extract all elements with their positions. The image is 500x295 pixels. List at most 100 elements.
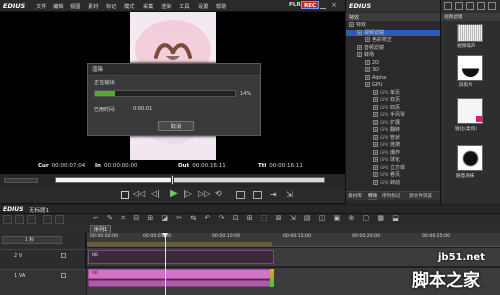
expand-icon[interactable]: +: [373, 89, 378, 95]
track-header-2v[interactable]: 2 V: [0, 249, 86, 268]
expand-icon[interactable]: +: [373, 134, 378, 140]
menu-capture[interactable]: 采集: [143, 3, 153, 10]
plr-button[interactable]: PLR: [289, 2, 301, 8]
preview-thumb-old-film[interactable]: [457, 55, 483, 81]
effects-tree-item[interactable]: + GPU 管状: [346, 134, 400, 142]
expand-icon[interactable]: +: [365, 37, 370, 42]
effects-tree-item[interactable]: + GPU 涟漪: [346, 142, 400, 149]
effects-tree-item[interactable]: + GPU: [346, 82, 383, 89]
expand-icon[interactable]: +: [365, 67, 370, 72]
cancel-button[interactable]: 取消: [158, 121, 194, 131]
expand-icon[interactable]: +: [357, 29, 362, 35]
expand-icon[interactable]: +: [373, 164, 378, 170]
undo-icon[interactable]: [43, 215, 52, 224]
expand-icon[interactable]: +: [373, 119, 378, 125]
expand-icon[interactable]: +: [357, 52, 362, 57]
step-forward-icon[interactable]: |▷: [183, 189, 192, 198]
overwrite-icon[interactable]: [253, 191, 262, 199]
effects-tree-item[interactable]: + GPU 卷页: [346, 172, 400, 179]
preview-thumb-video-noise[interactable]: [457, 24, 483, 42]
insert-icon[interactable]: [236, 191, 245, 199]
scrub-track[interactable]: [55, 177, 325, 183]
preview-icon-2[interactable]: [455, 2, 463, 10]
expand-icon[interactable]: +: [365, 74, 370, 80]
effects-tree-item[interactable]: + GPU 转动: [346, 179, 400, 187]
preview-thumb-sharpen[interactable]: [457, 98, 483, 124]
expand-icon[interactable]: +: [373, 127, 378, 132]
effects-tree-item[interactable]: +3D: [346, 67, 379, 74]
step-back-icon[interactable]: ◁|: [151, 189, 160, 198]
menu-edit[interactable]: 编辑: [53, 3, 63, 10]
menu-render[interactable]: 渲染: [161, 3, 171, 10]
new-sequence-icon[interactable]: [3, 215, 12, 224]
prev-frame-icon[interactable]: ◁◁: [133, 189, 145, 198]
effects-tree-item[interactable]: + 色彩校正: [346, 37, 392, 44]
effects-tree-item[interactable]: + GPU 爆炸: [346, 149, 400, 157]
toolbar-tools-icons[interactable]: ⌐ ✎ ⌗ ⊟ ⊞ ◪ ✂ ⇆ ↶ ↷ ⊡ ⊞ ⬚ ⊠ ⇲ ▤ ◫ ▣ ⊕ ▢ …: [93, 214, 402, 223]
expand-icon[interactable]: +: [373, 157, 378, 162]
rec-button[interactable]: REC: [301, 1, 320, 9]
expand-icon[interactable]: +: [373, 97, 378, 102]
tab-sequence1[interactable]: 序列1: [90, 225, 112, 233]
track-2v-lock-icon[interactable]: [61, 253, 66, 258]
effects-tree-item[interactable]: + GPU 扩展: [346, 119, 400, 127]
stop-icon[interactable]: [121, 191, 129, 199]
expand-icon[interactable]: +: [373, 112, 378, 117]
playhead-marker[interactable]: [171, 175, 174, 185]
clip-1va[interactable]: 00: [88, 269, 274, 279]
effects-tree-item[interactable]: + 转场: [346, 52, 374, 59]
playback-slider[interactable]: [4, 178, 38, 183]
menu-tools[interactable]: 工具: [179, 3, 189, 10]
effects-tree-item[interactable]: + GPU 立方体: [346, 164, 405, 172]
preview-thumb-scribble[interactable]: [457, 145, 483, 171]
preview-icon-5[interactable]: [488, 2, 496, 10]
expand-icon[interactable]: +: [373, 142, 378, 147]
loop-icon[interactable]: ⟲: [215, 189, 222, 198]
effects-tree-item[interactable]: + 特效: [346, 22, 366, 29]
tab-bin[interactable]: 素材库: [348, 193, 362, 199]
effects-tree-item[interactable]: + GPU 单页: [346, 89, 400, 97]
menu-file[interactable]: 文件: [36, 3, 46, 10]
preview-icon-1[interactable]: [444, 2, 452, 10]
expand-icon[interactable]: +: [365, 59, 370, 65]
effects-tree-item[interactable]: +2D: [346, 59, 379, 67]
export-icon[interactable]: ⇥: [270, 190, 277, 199]
play-icon[interactable]: ▶: [170, 188, 178, 199]
effects-tree-item[interactable]: + 视频滤镜: [346, 29, 441, 37]
effects-tree-item[interactable]: + Alpha: [346, 74, 386, 82]
redo-icon[interactable]: [55, 215, 64, 224]
expand-icon[interactable]: +: [373, 149, 378, 155]
track-header-1va[interactable]: 1 VA: [0, 269, 86, 295]
clip-1va-audio[interactable]: [88, 280, 274, 287]
expand-icon[interactable]: +: [373, 172, 378, 177]
menu-settings[interactable]: 设置: [198, 3, 208, 10]
effects-tree-item[interactable]: + GPU 双页: [346, 97, 400, 104]
next-frame-icon[interactable]: ▷▷: [198, 189, 210, 198]
open-icon[interactable]: [15, 215, 24, 224]
menu-mode[interactable]: 模式: [124, 3, 134, 10]
timeline-ruler[interactable]: 00:00:00:00 00:00:05:00 00:00:10:00 00:0…: [87, 233, 500, 247]
preview-icon-3[interactable]: [466, 2, 474, 10]
output-icon[interactable]: ⇲: [286, 190, 293, 199]
save-icon[interactable]: [27, 215, 36, 224]
expand-icon[interactable]: +: [357, 44, 362, 50]
zoom-control[interactable]: 1 秒: [2, 236, 62, 244]
menu-marker[interactable]: 标记: [106, 3, 116, 10]
timeline-cursor-head[interactable]: [162, 233, 168, 238]
track-1va-lock-icon[interactable]: [61, 273, 66, 278]
effects-tree-item[interactable]: + GPU 翻转: [346, 127, 400, 134]
timeline-cursor[interactable]: [165, 233, 166, 295]
effects-tree-item[interactable]: + GPU 球化: [346, 157, 400, 164]
expand-icon[interactable]: +: [349, 22, 354, 27]
effects-tree-item[interactable]: + 音频滤镜: [346, 44, 384, 52]
expand-icon[interactable]: +: [373, 179, 378, 185]
tab-sequence-marker[interactable]: 序列标记: [382, 193, 400, 199]
effects-tree-item[interactable]: + GPU 四页: [346, 104, 400, 112]
close-icon[interactable]: ×: [331, 1, 337, 10]
clip-2v[interactable]: 00: [88, 250, 274, 264]
expand-icon[interactable]: +: [365, 82, 370, 87]
preview-icon-4[interactable]: [477, 2, 485, 10]
tab-effects[interactable]: 特效: [368, 193, 378, 200]
effects-tree-item[interactable]: + GPU 手风琴: [346, 112, 405, 119]
menu-help[interactable]: 帮助: [216, 3, 226, 10]
